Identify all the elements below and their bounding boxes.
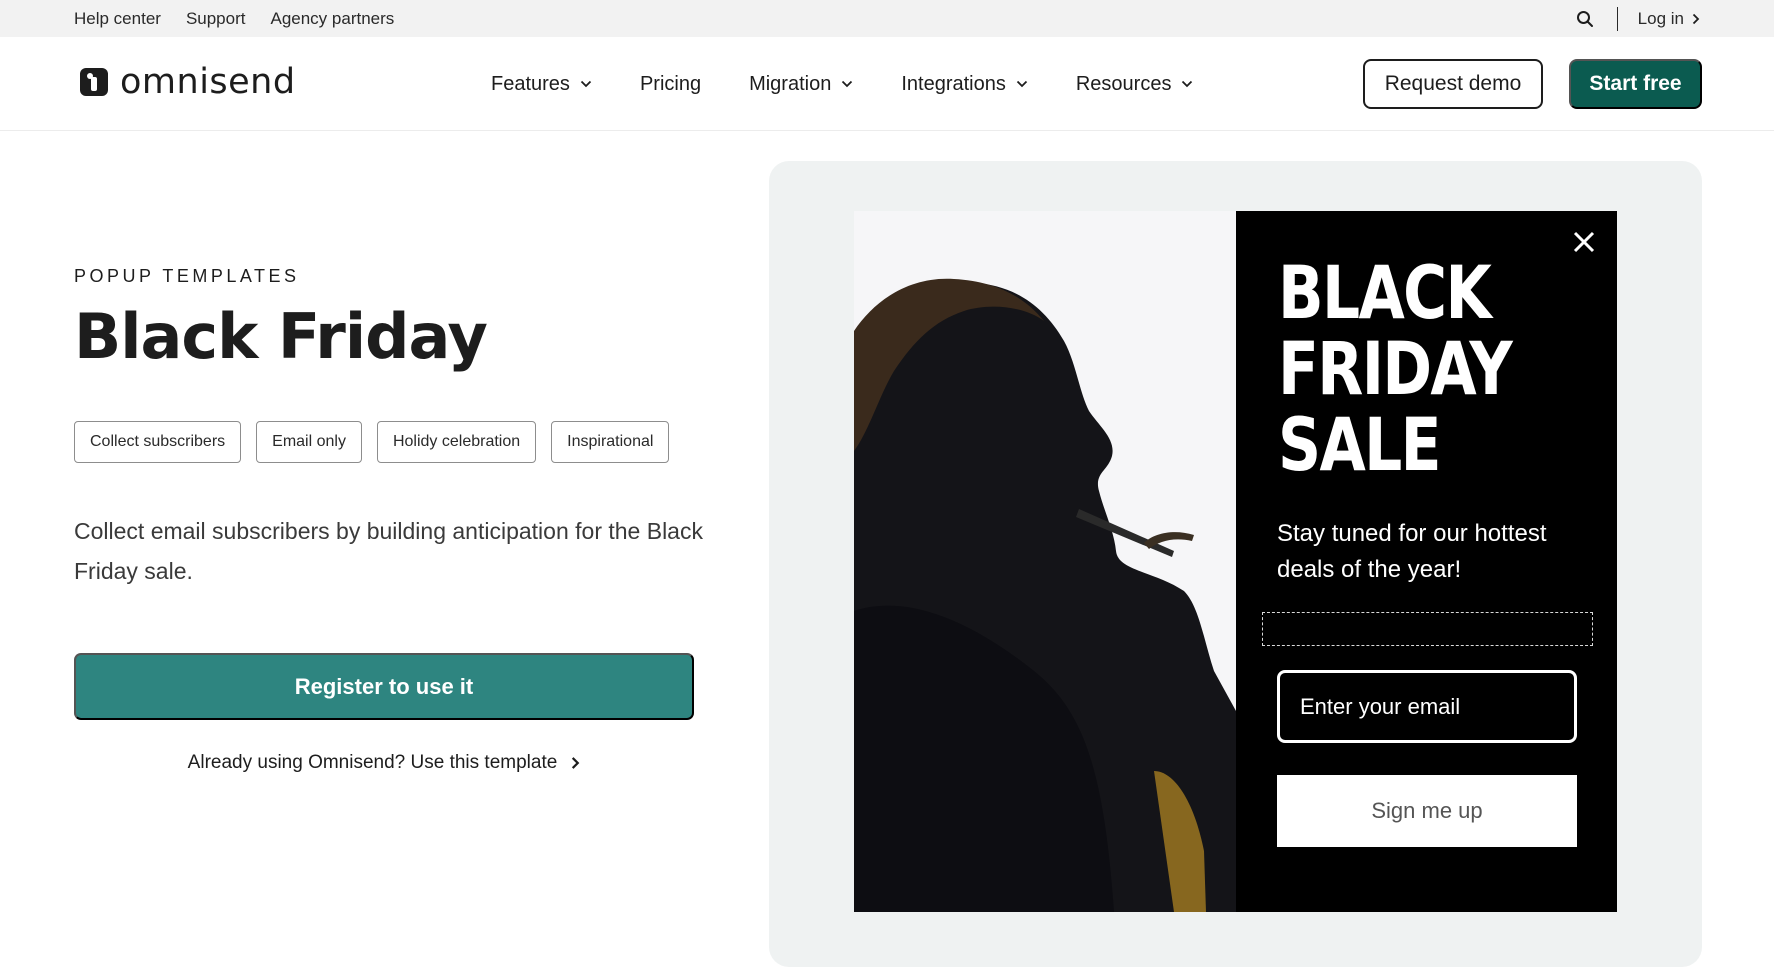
login-link[interactable]: Log in bbox=[1638, 9, 1700, 29]
nav-item-label: Migration bbox=[749, 72, 832, 95]
popup-subtext: Stay tuned for our hottest deals of the … bbox=[1277, 520, 1547, 583]
utility-links: Help center Support Agency partners bbox=[74, 0, 394, 37]
nav-item-label: Features bbox=[491, 72, 570, 95]
nav-item-label: Pricing bbox=[639, 72, 702, 95]
request-demo-button[interactable]: Request demo bbox=[1363, 59, 1543, 109]
chevron-right-icon bbox=[1692, 13, 1700, 24]
nav-item-label: Resources bbox=[1075, 72, 1172, 95]
main-nav: omnisend Features Pricing Migration Inte… bbox=[0, 37, 1774, 131]
eyebrow-label: POPUP TEMPLATES bbox=[74, 266, 300, 286]
nav-item-resources[interactable]: Resources bbox=[1076, 73, 1194, 96]
tag-email-only[interactable]: Email only bbox=[256, 421, 362, 463]
tag-collect-subscribers[interactable]: Collect subscribers bbox=[74, 421, 242, 463]
chevron-down-icon bbox=[1182, 80, 1193, 88]
popup-content: BLACK FRIDAY SALE Stay tuned for our hot… bbox=[1236, 211, 1617, 912]
nav-items: Features Pricing Migration Integrations … bbox=[491, 37, 1193, 131]
tag-inspirational[interactable]: Inspirational bbox=[551, 421, 670, 463]
tag-holiday-celebration[interactable]: Holidy celebration bbox=[376, 421, 537, 463]
use-template-label: Already using Omnisend? Use this templat… bbox=[187, 752, 558, 773]
popup-placeholder-slot bbox=[1262, 612, 1593, 646]
popup-headline: BLACK FRIDAY SALE bbox=[1278, 251, 1513, 488]
omnisend-logo-icon bbox=[80, 68, 108, 96]
nav-item-integrations[interactable]: Integrations bbox=[901, 73, 1028, 96]
close-icon[interactable] bbox=[1571, 229, 1597, 255]
search-icon[interactable] bbox=[1575, 9, 1595, 29]
popup-hero-image bbox=[854, 211, 1236, 912]
nav-item-label: Integrations bbox=[901, 72, 1006, 95]
utility-divider bbox=[1616, 6, 1618, 31]
popup-email-field[interactable]: Enter your email bbox=[1277, 670, 1577, 743]
agency-partners-link[interactable]: Agency partners bbox=[270, 9, 394, 29]
support-link[interactable]: Support bbox=[186, 9, 246, 29]
template-description: Collect email subscribers by building an… bbox=[74, 518, 703, 584]
utility-bar: Help center Support Agency partners Log … bbox=[0, 0, 1774, 37]
register-button[interactable]: Register to use it bbox=[74, 653, 694, 720]
chevron-down-icon bbox=[1016, 80, 1027, 88]
help-center-link[interactable]: Help center bbox=[74, 9, 161, 29]
omnisend-logo[interactable]: omnisend bbox=[80, 62, 296, 102]
tag-list: Collect subscribers Email only Holidy ce… bbox=[74, 421, 670, 463]
use-template-link[interactable]: Already using Omnisend? Use this templat… bbox=[74, 752, 694, 774]
utility-right: Log in bbox=[1575, 0, 1700, 37]
nav-item-migration[interactable]: Migration bbox=[749, 73, 853, 96]
chevron-down-icon bbox=[842, 80, 853, 88]
start-free-button[interactable]: Start free bbox=[1569, 59, 1702, 109]
popup-preview: BLACK FRIDAY SALE Stay tuned for our hot… bbox=[854, 211, 1617, 912]
logo-text: omnisend bbox=[120, 62, 296, 102]
nav-item-pricing[interactable]: Pricing bbox=[640, 73, 701, 96]
nav-item-features[interactable]: Features bbox=[491, 73, 592, 96]
login-label: Log in bbox=[1637, 8, 1684, 28]
page-title: Black Friday bbox=[74, 300, 488, 373]
chevron-down-icon bbox=[580, 80, 592, 88]
chevron-right-icon bbox=[572, 757, 580, 769]
popup-signup-button[interactable]: Sign me up bbox=[1277, 775, 1577, 847]
